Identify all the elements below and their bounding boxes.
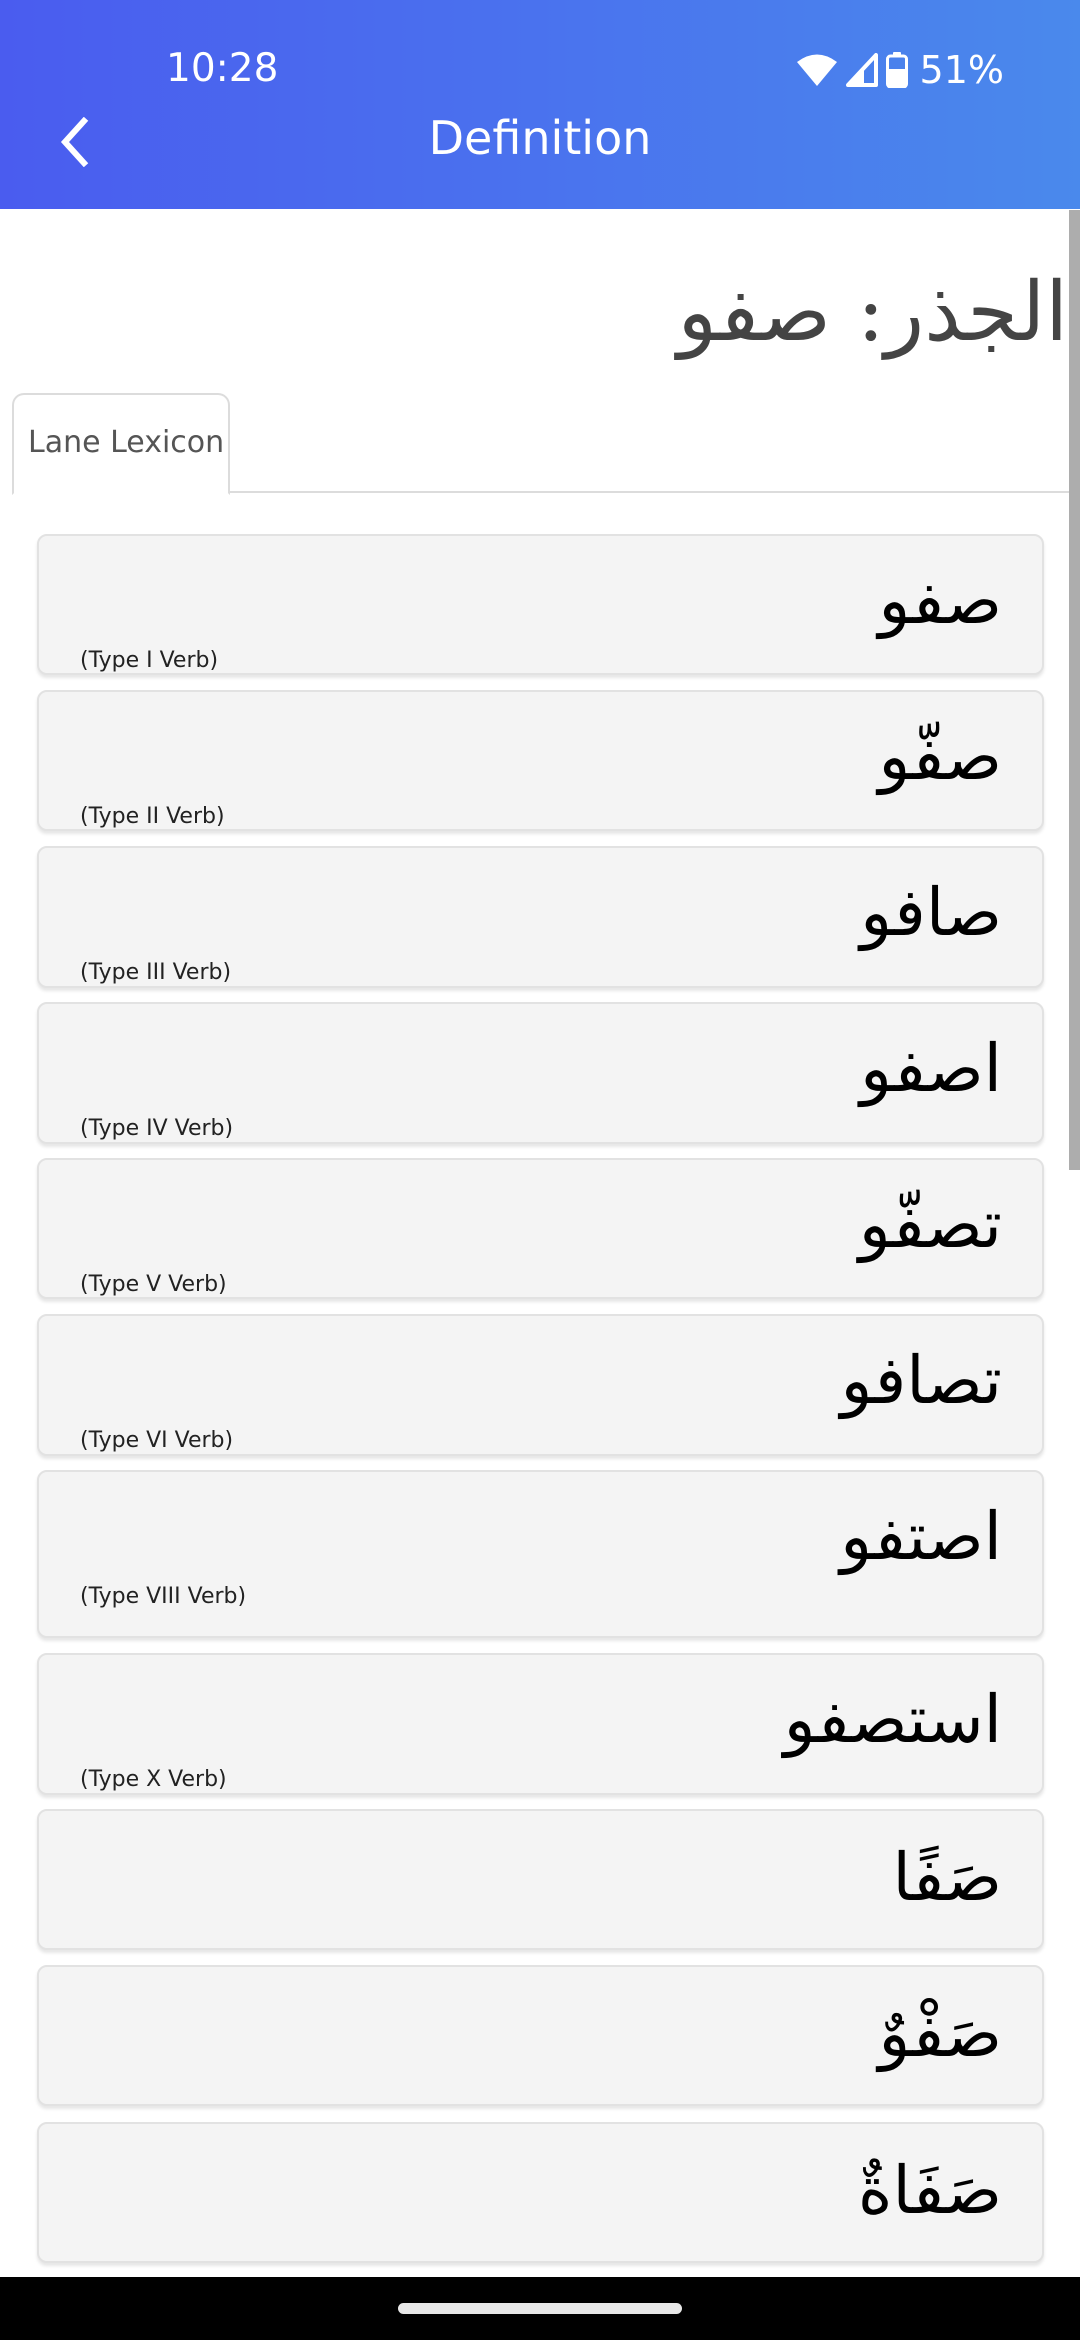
entry-type: (Type IV Verb) xyxy=(80,1116,234,1141)
entry-card[interactable]: اصفو (Type IV Verb) xyxy=(37,1002,1044,1144)
entry-card[interactable]: صافو (Type III Verb) xyxy=(37,846,1044,988)
entry-type: (Type II Verb) xyxy=(80,804,225,829)
system-nav-bar xyxy=(0,2277,1080,2340)
entry-card[interactable]: صَفَاةٌ xyxy=(37,2122,1044,2263)
entry-word: صافو xyxy=(860,874,1002,951)
entry-word: تصفّو xyxy=(858,1186,1002,1263)
entry-type: (Type VIII Verb) xyxy=(80,1584,247,1609)
cell-signal-icon xyxy=(845,53,878,87)
entry-type: (Type III Verb) xyxy=(80,960,232,985)
entry-card[interactable]: تصفّو (Type V Verb) xyxy=(37,1158,1044,1299)
entry-word: صَفْوٌ xyxy=(878,1995,1002,2072)
entry-word: اصفو xyxy=(860,1030,1002,1107)
tab-lane-lexicon[interactable]: Lane Lexicon xyxy=(12,393,230,495)
battery-percent: 51% xyxy=(919,48,1004,92)
entry-word: صَفَاةٌ xyxy=(857,2152,1002,2229)
entry-card[interactable]: تصافو (Type VI Verb) xyxy=(37,1314,1044,1456)
entry-word: صفّو xyxy=(878,718,1002,795)
entry-type: (Type V Verb) xyxy=(80,1272,227,1297)
entry-card[interactable]: اصتفو (Type VIII Verb) xyxy=(37,1470,1044,1638)
entry-word: صفو xyxy=(878,562,1002,639)
entry-word: استصفو xyxy=(783,1681,1002,1758)
entry-card[interactable]: صفّو (Type II Verb) xyxy=(37,690,1044,831)
scrollbar-thumb[interactable] xyxy=(1069,210,1080,1170)
status-time: 10:28 xyxy=(166,46,279,91)
home-indicator[interactable] xyxy=(398,2303,682,2314)
entry-type: (Type X Verb) xyxy=(80,1767,227,1792)
root-title: الجذر: صفو xyxy=(677,265,1068,360)
entry-word: اصتفو xyxy=(840,1498,1002,1575)
entry-type: (Type VI Verb) xyxy=(80,1428,234,1453)
tab-bar: Lane Lexicon xyxy=(12,393,1069,495)
entry-type: (Type I Verb) xyxy=(80,648,219,673)
status-icons: 51% xyxy=(796,48,1004,92)
entry-card[interactable]: صَفْوٌ xyxy=(37,1965,1044,2106)
tab-label: Lane Lexicon xyxy=(28,425,225,460)
page-title: Definition xyxy=(428,111,652,165)
entry-card[interactable]: استصفو (Type X Verb) xyxy=(37,1653,1044,1795)
wifi-icon xyxy=(796,53,838,87)
entry-word: تصافو xyxy=(840,1342,1002,1419)
battery-icon xyxy=(885,52,908,88)
entry-card[interactable]: صَفًا xyxy=(37,1809,1044,1950)
app-header: 10:28 51% Definition xyxy=(0,0,1080,209)
entry-word: صَفًا xyxy=(892,1839,1002,1916)
entry-card[interactable]: صفو (Type I Verb) xyxy=(37,534,1044,675)
